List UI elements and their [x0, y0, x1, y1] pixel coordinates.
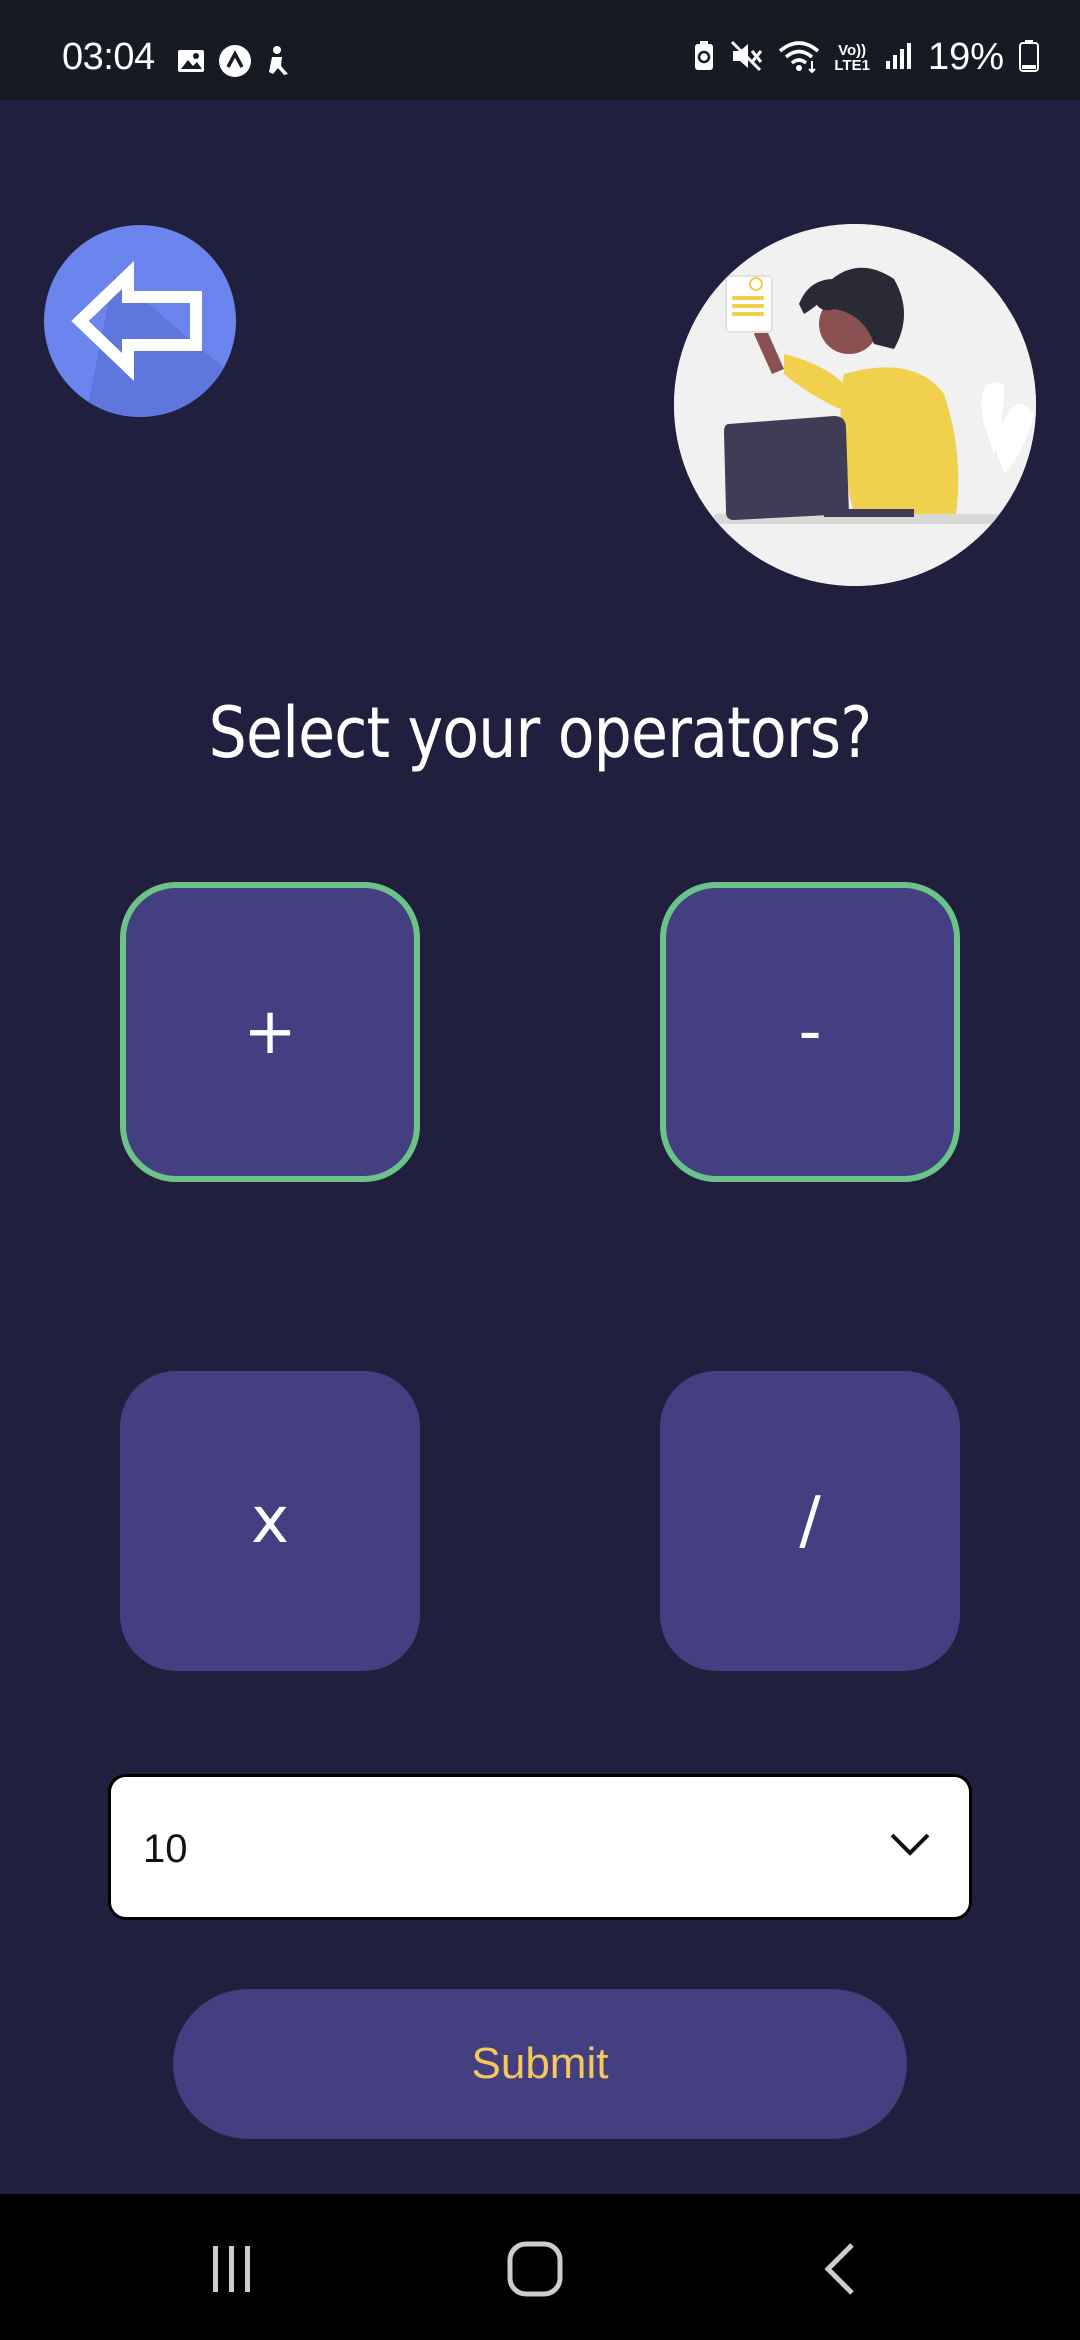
- home-icon[interactable]: [495, 2234, 575, 2304]
- operator-divide-button[interactable]: /: [660, 1371, 960, 1671]
- app-logo-icon: [218, 44, 252, 82]
- lte-label-top: Vo)): [838, 41, 867, 59]
- submit-button[interactable]: Submit: [173, 1989, 907, 2139]
- question-count-dropdown[interactable]: 10: [108, 1774, 972, 1920]
- signal-icon: [884, 41, 914, 75]
- page-title: Select your operators?: [208, 692, 873, 774]
- status-left-icons: [176, 44, 294, 82]
- gallery-icon: [176, 46, 206, 80]
- operator-multiply-button[interactable]: x: [120, 1371, 420, 1671]
- back-arrow-icon: [71, 260, 236, 417]
- status-time: 03:04: [62, 36, 155, 78]
- wifi-icon: [778, 39, 820, 77]
- battery-percent: 19%: [927, 36, 1004, 78]
- accessibility-icon: [264, 44, 294, 82]
- lte-icon: Vo)) LTE1: [834, 43, 870, 73]
- operator-plus-button[interactable]: +: [120, 882, 420, 1182]
- battery-saver-icon: [692, 40, 716, 76]
- back-button[interactable]: [44, 225, 236, 417]
- mute-icon: [730, 40, 764, 76]
- recent-apps-icon[interactable]: [192, 2234, 272, 2304]
- lte-label-bottom: LTE1: [834, 56, 870, 74]
- person-with-laptop-illustration: [674, 224, 1036, 586]
- chevron-down-icon: [889, 1831, 931, 1861]
- system-nav-bar: [0, 2194, 1080, 2340]
- status-right: Vo)) LTE1 19%: [692, 36, 1040, 79]
- battery-icon: [1018, 39, 1040, 77]
- nav-back-icon[interactable]: [800, 2234, 880, 2304]
- status-bar: 03:04 Vo)) LTE1 19%: [0, 0, 1080, 100]
- operator-minus-button[interactable]: -: [660, 882, 960, 1182]
- dropdown-selected-value: 10: [143, 1827, 188, 1871]
- main-screen: Select your operators? + - x / 10 Submit: [0, 100, 1080, 2194]
